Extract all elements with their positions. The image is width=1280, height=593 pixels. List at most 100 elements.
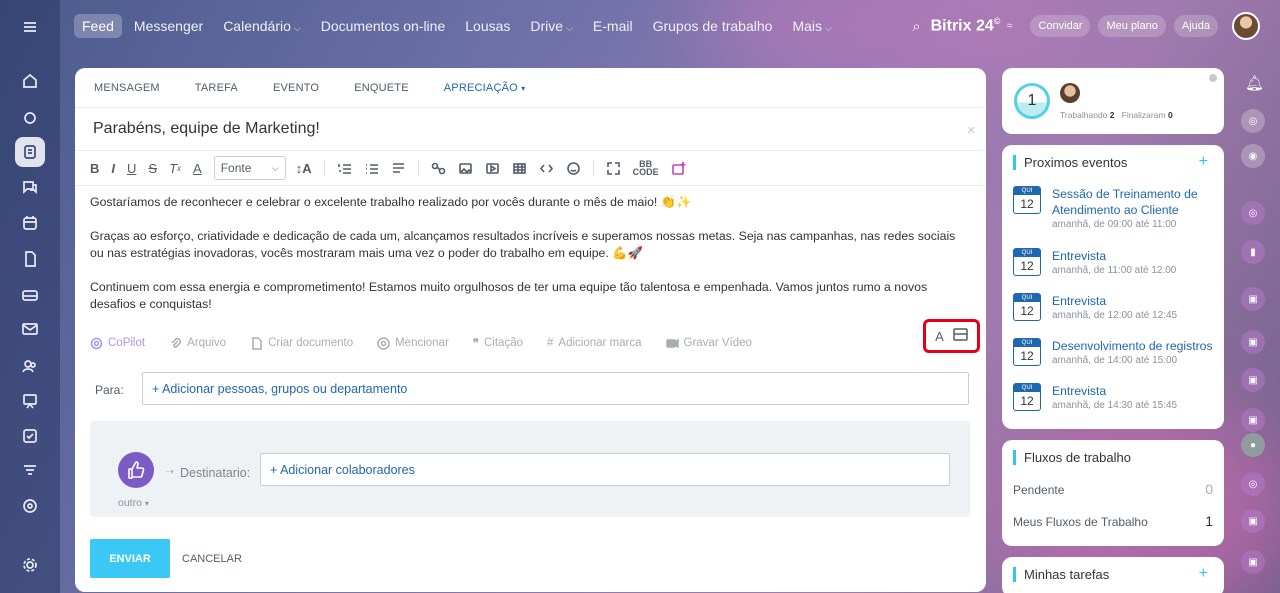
event-item[interactable]: QUI 12 Entrevista amanhã, de 11:00 até 12:… [1013, 248, 1176, 276]
emoji-icon[interactable] [566, 161, 581, 176]
nav-messenger[interactable]: Messenger [134, 18, 203, 34]
add-image-icon[interactable] [671, 161, 686, 176]
add-collaborators-field[interactable]: + Adicionar colaboradores [260, 453, 950, 486]
post-title[interactable]: Parabéns, equipe de Marketing! [93, 120, 320, 138]
event-item[interactable]: QUI 12 Desenvolvimento de registros amanhã… [1013, 338, 1213, 366]
nav-email[interactable]: E-mail [593, 18, 633, 34]
chat-icon[interactable] [15, 172, 45, 202]
tab-poll[interactable]: ENQUETE [354, 82, 409, 94]
cancel-button[interactable]: CANCELAR [182, 553, 242, 565]
bulleted-list-icon[interactable] [364, 161, 379, 176]
tab-appreciation[interactable]: APRECIAÇÃO ▾ [444, 82, 526, 94]
underline-icon[interactable]: U [127, 161, 136, 176]
font-select[interactable]: Fonte ⌵ [213, 156, 286, 180]
add-tag-button[interactable]: # Adicionar marca [547, 337, 642, 349]
mail-icon[interactable] [15, 314, 45, 344]
app-icon[interactable]: ▣ [1241, 330, 1265, 354]
file-button[interactable]: Arquivo [169, 337, 226, 350]
event-item[interactable]: QUI 12 Entrevista amanhã, de 14:30 até 15:… [1013, 383, 1177, 411]
drive-icon[interactable] [15, 280, 45, 310]
copilot-button[interactable]: CoPilot [90, 337, 145, 350]
add-task-icon[interactable]: + [1199, 565, 1208, 583]
tab-event[interactable]: EVENTO [273, 82, 319, 94]
copilot-icon[interactable] [15, 103, 45, 133]
bbcode-icon[interactable]: BB CODE [633, 160, 659, 177]
plan-button[interactable]: Meu plano [1098, 15, 1166, 37]
italic-icon[interactable]: I [111, 161, 115, 176]
strikethrough-icon[interactable]: S [148, 161, 157, 176]
app-icon[interactable]: ▣ [1241, 509, 1265, 533]
settings-icon[interactable] [15, 550, 45, 580]
clear-format-icon[interactable]: Tx [169, 161, 181, 176]
menu-icon[interactable] [15, 12, 45, 42]
copilot-icon[interactable]: ◎ [1241, 472, 1265, 496]
title-toggle-icon[interactable] [953, 328, 968, 344]
add-event-icon[interactable]: + [1199, 153, 1208, 171]
nav-workgroups[interactable]: Grupos de trabalho [653, 18, 773, 34]
post-body[interactable]: Gostaríamos de reconhecer e celebrar o e… [90, 194, 970, 313]
info-icon[interactable] [1209, 74, 1217, 82]
text-format-icon[interactable]: A [935, 329, 944, 344]
align-icon[interactable] [391, 161, 406, 176]
send-button[interactable]: ENVIAR [90, 539, 170, 578]
nav-feed[interactable]: Feed [74, 14, 122, 38]
activity-icon[interactable]: ◎ [1241, 109, 1265, 133]
tab-task[interactable]: TAREFA [195, 82, 238, 94]
table-icon[interactable] [512, 161, 527, 176]
record-video-button[interactable]: Gravar Vídeo [665, 337, 752, 350]
image-icon[interactable] [458, 161, 473, 176]
text-color-icon[interactable]: A [193, 161, 202, 176]
app-icon[interactable]: ▣ [1241, 287, 1265, 311]
calendar-icon[interactable] [15, 208, 45, 238]
bell-icon[interactable]: 🔔︎ [1245, 74, 1264, 92]
quote-button[interactable]: ❞ Citação [473, 336, 523, 350]
mention-button[interactable]: Mencionar [377, 336, 449, 350]
document-icon[interactable] [15, 244, 45, 274]
pending-label[interactable]: Pendente [1013, 483, 1064, 497]
chat-icon[interactable]: ◉ [1241, 144, 1265, 168]
event-day: 12 [1020, 394, 1034, 408]
filter-icon[interactable] [15, 456, 45, 486]
create-document-button[interactable]: Criar documento [250, 336, 353, 350]
status-counter[interactable]: 1 [1014, 83, 1050, 119]
link-icon[interactable] [431, 161, 446, 176]
nav-more[interactable]: Mais ⌵ [792, 18, 831, 34]
board-icon[interactable] [15, 386, 45, 416]
fullscreen-icon[interactable] [606, 161, 621, 176]
target-icon[interactable] [15, 491, 45, 521]
event-item[interactable]: QUI 12 Entrevista amanhã, de 12:00 até 12:… [1013, 293, 1177, 321]
tasks-icon[interactable] [15, 421, 45, 451]
groups-icon[interactable] [15, 351, 45, 381]
my-workflows-label[interactable]: Meus Fluxos de Trabalho [1013, 515, 1148, 529]
badge-selector[interactable] [118, 452, 154, 488]
group-icon[interactable]: ● [1241, 433, 1265, 457]
search-icon[interactable]: ⌕ [912, 18, 920, 35]
code-icon[interactable] [539, 161, 554, 176]
nav-documents[interactable]: Documentos on-line [321, 18, 446, 34]
app-icon[interactable]: ▣ [1241, 550, 1265, 574]
nav-calendar[interactable]: Calendário ⌵ [223, 18, 301, 34]
numbered-list-icon[interactable] [337, 161, 352, 176]
document-icon [252, 336, 262, 350]
help-button[interactable]: Ajuda [1173, 15, 1218, 37]
add-recipients-field[interactable]: + Adicionar pessoas, grupos ou departame… [142, 372, 969, 405]
feed-icon[interactable] [15, 137, 45, 167]
nav-drive[interactable]: Drive ⌵ [530, 18, 573, 34]
user-avatar[interactable] [1232, 12, 1260, 40]
bookmark-icon[interactable]: ▮ [1241, 240, 1265, 264]
home-icon[interactable] [15, 66, 45, 96]
tab-message[interactable]: MENSAGEM [94, 82, 160, 94]
invite-button[interactable]: Convidar [1030, 15, 1091, 37]
close-icon[interactable]: ✕ [967, 124, 976, 137]
event-item[interactable]: QUI 12 Sessão de Treinamento de Atendimen… [1013, 186, 1202, 230]
video-icon[interactable] [485, 161, 500, 176]
badge-type[interactable]: outro ▾ [118, 497, 149, 509]
app-icon[interactable]: ▣ [1241, 368, 1265, 392]
font-size-icon[interactable]: ↕A [296, 161, 312, 176]
bold-icon[interactable]: B [90, 161, 99, 176]
calendar-date-icon: QUI 12 [1013, 338, 1041, 366]
user-avatar[interactable] [1060, 83, 1080, 103]
app-icon[interactable]: ▣ [1241, 408, 1265, 432]
copilot-icon[interactable]: ◎ [1241, 201, 1265, 225]
nav-boards[interactable]: Lousas [465, 18, 510, 34]
